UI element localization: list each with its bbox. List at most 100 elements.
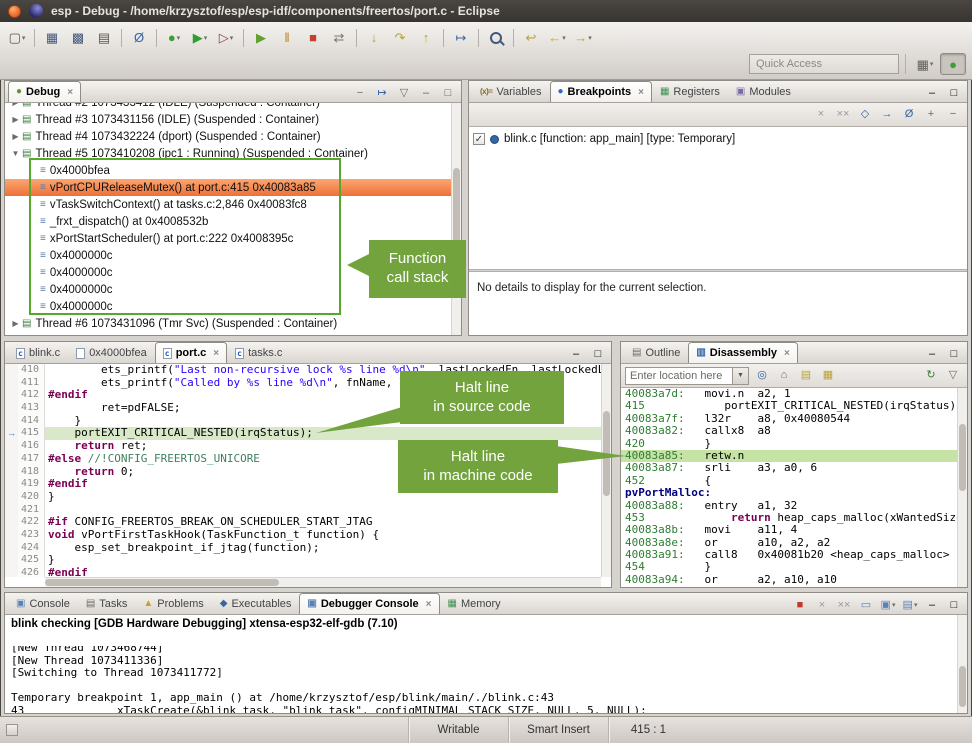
debug-thread-row[interactable]: ▶▤Thread #6 1073431096 (Tmr Svc) (Suspen… bbox=[5, 315, 451, 332]
debug-thread-row[interactable]: ▼▤Thread #5 1073410208 (ipc1 : Running) … bbox=[5, 145, 451, 162]
console-open-console-button[interactable]: ▤▾ bbox=[900, 596, 920, 614]
console-clear-console-button[interactable]: ▭ bbox=[856, 596, 876, 614]
close-icon[interactable]: × bbox=[784, 348, 790, 359]
open-perspective-button[interactable]: ▦▾ bbox=[912, 53, 938, 75]
toolbar-print-button[interactable]: ▤ bbox=[91, 27, 117, 49]
code-line[interactable]: 419#endif bbox=[5, 478, 601, 491]
code-line[interactable]: 425} bbox=[5, 554, 601, 567]
disassembly-refresh-button[interactable]: ↻ bbox=[921, 367, 941, 385]
editor-tab-blink-c[interactable]: cblink.c bbox=[8, 342, 68, 363]
console-tab-debugger-console[interactable]: ▣Debugger Console× bbox=[299, 593, 439, 614]
disassembly-home-button[interactable]: ⌂ bbox=[774, 367, 794, 385]
editor-tab-tasks-c[interactable]: ctasks.c bbox=[227, 342, 290, 363]
stack-frame-row[interactable]: ≡0x4000000c bbox=[5, 298, 451, 315]
toolbar-terminate-button[interactable]: ■ bbox=[300, 27, 326, 49]
toolbar-search-button[interactable] bbox=[483, 27, 509, 49]
close-icon[interactable]: × bbox=[638, 87, 644, 98]
breakpoints-expand-all-button[interactable]: + bbox=[921, 106, 941, 124]
console-tab-console[interactable]: ▣Console bbox=[8, 593, 78, 614]
toolbar-step-return-button[interactable]: ↑ bbox=[413, 27, 439, 49]
toolbar-save-all-button[interactable]: ▩ bbox=[65, 27, 91, 49]
code-line[interactable]: 426#endif bbox=[5, 567, 601, 577]
disassembly-goto-pc-button[interactable]: ◎ bbox=[752, 367, 772, 385]
breakpoints-tab-variables[interactable]: (x)=Variables bbox=[472, 81, 550, 102]
code-line[interactable]: 418 return 0; bbox=[5, 466, 601, 479]
toolbar-resume-button[interactable]: ▶ bbox=[248, 27, 274, 49]
toolbar-forward-button[interactable]: →▾ bbox=[570, 27, 596, 49]
code-line[interactable]: 413 ret=pdFALSE; bbox=[5, 402, 601, 415]
console-remove-launch-button[interactable]: × bbox=[812, 596, 832, 614]
debug-tab-debug[interactable]: ●Debug× bbox=[8, 81, 81, 102]
stack-frame-row[interactable]: ≡0x4000bfea bbox=[5, 162, 451, 179]
quick-access-input[interactable]: Quick Access bbox=[749, 54, 899, 74]
editor-maximize-button[interactable]: □ bbox=[588, 345, 608, 363]
twisty-icon[interactable]: ▶ bbox=[9, 103, 22, 107]
code-line[interactable]: 421 bbox=[5, 504, 601, 517]
breakpoints-maximize-button[interactable]: □ bbox=[944, 84, 964, 102]
disassembly-listing[interactable]: 40083a7d: movi.n a2, 1415 portEXIT_CRITI… bbox=[621, 388, 957, 587]
code-editor[interactable]: 410 ets_printf("Last non-recursive lock … bbox=[5, 364, 601, 577]
toolbar-back-button[interactable]: ←▾ bbox=[544, 27, 570, 49]
close-icon[interactable]: × bbox=[67, 87, 73, 98]
toolbar-new-button[interactable]: ▢▾ bbox=[4, 27, 30, 49]
console-vertical-scrollbar[interactable] bbox=[957, 615, 967, 713]
disassembly-line[interactable]: 40083a94: or a2, a10, a10 bbox=[621, 574, 957, 586]
console-maximize-button[interactable]: □ bbox=[944, 596, 964, 614]
debug-maximize-button[interactable]: □ bbox=[438, 84, 458, 102]
breakpoints-tab-modules[interactable]: ▣Modules bbox=[728, 81, 799, 102]
debug-instruction-stepping-mode-button[interactable]: ↦ bbox=[372, 84, 392, 102]
stack-frame-row[interactable]: ≡xPortStartScheduler() at port.c:222 0x4… bbox=[5, 230, 451, 247]
stack-frame-row[interactable]: ≡vPortCPUReleaseMutex() at port.c:415 0x… bbox=[5, 179, 451, 196]
code-line[interactable]: 412#endif bbox=[5, 389, 601, 402]
debug-minimize-button[interactable]: – bbox=[416, 84, 436, 102]
editor-tab-0x4000bfea[interactable]: 0x4000bfea bbox=[68, 342, 155, 363]
twisty-icon[interactable]: ▼ bbox=[9, 149, 22, 158]
stack-frame-row[interactable]: ≡0x4000000c bbox=[5, 264, 451, 281]
stack-frame-row[interactable]: ≡vTaskSwitchContext() at tasks.c:2,846 0… bbox=[5, 196, 451, 213]
breakpoints-go-to-file-button[interactable]: → bbox=[877, 106, 897, 124]
stack-frame-row[interactable]: ≡0x4000000c bbox=[5, 247, 451, 264]
code-line[interactable]: →415 portEXIT_CRITICAL_NESTED(irqStatus)… bbox=[5, 427, 601, 440]
disassembly-tab-outline[interactable]: ▤Outline bbox=[624, 342, 688, 363]
code-line[interactable]: 422#if CONFIG_FREERTOS_BREAK_ON_SCHEDULE… bbox=[5, 516, 601, 529]
console-tab-problems[interactable]: ▲Problems bbox=[135, 593, 211, 614]
disassembly-tab-disassembly[interactable]: ▥Disassembly× bbox=[688, 342, 798, 363]
twisty-icon[interactable]: ▶ bbox=[9, 319, 22, 328]
editor-tab-port-c[interactable]: cport.c× bbox=[155, 342, 227, 363]
breakpoint-checkbox[interactable]: ✓ bbox=[473, 133, 485, 145]
twisty-icon[interactable]: ▶ bbox=[9, 132, 22, 141]
breakpoints-tab-registers[interactable]: ▦Registers bbox=[652, 81, 728, 102]
close-button[interactable] bbox=[8, 5, 21, 18]
breakpoints-remove-all-breakpoints-button[interactable]: ×× bbox=[833, 106, 853, 124]
debug-view-menu-button[interactable]: ▽ bbox=[394, 84, 414, 102]
disassembly-show-opcodes-button[interactable]: ▦ bbox=[818, 367, 838, 385]
debug-collapse-all-button[interactable]: − bbox=[350, 84, 370, 102]
breakpoint-row[interactable]: ✓ blink.c [function: app_main] [type: Te… bbox=[469, 127, 967, 151]
toolbar-debug-button[interactable]: ●▾ bbox=[161, 27, 187, 49]
disassembly-show-source-button[interactable]: ▤ bbox=[796, 367, 816, 385]
code-line[interactable]: 417#else //!CONFIG_FREERTOS_UNICORE bbox=[5, 453, 601, 466]
code-line[interactable]: 424 esp_set_breakpoint_if_jtag(function)… bbox=[5, 542, 601, 555]
location-combo[interactable]: Enter location here ▼ bbox=[625, 367, 749, 385]
console-remove-all-launches-button[interactable]: ×× bbox=[834, 596, 854, 614]
toolbar-step-into-button[interactable]: ↓ bbox=[361, 27, 387, 49]
stack-frame-row[interactable]: ≡_frxt_dispatch() at 0x4008532b bbox=[5, 213, 451, 230]
close-icon[interactable]: × bbox=[213, 348, 219, 359]
editor-horizontal-scrollbar[interactable] bbox=[45, 577, 601, 587]
code-line[interactable]: 420} bbox=[5, 491, 601, 504]
debug-perspective-button[interactable]: ● bbox=[940, 53, 966, 75]
code-line[interactable]: 416 return ret; bbox=[5, 440, 601, 453]
disassembly-minimize-button[interactable]: – bbox=[922, 345, 942, 363]
editor-vertical-scrollbar[interactable] bbox=[601, 364, 611, 577]
disassembly-vertical-scrollbar[interactable] bbox=[957, 388, 967, 587]
toolbar-save-button[interactable]: ▦ bbox=[39, 27, 65, 49]
breakpoints-show-breakpoints-supported-button[interactable]: ◇ bbox=[855, 106, 875, 124]
stack-frame-row[interactable]: ≡0x4000000c bbox=[5, 281, 451, 298]
toolbar-suspend-button[interactable]: ‖ bbox=[274, 27, 300, 49]
toolbar-run-button[interactable]: ▶▾ bbox=[187, 27, 213, 49]
console-tab-tasks[interactable]: ▤Tasks bbox=[78, 593, 136, 614]
breakpoints-skip-all-breakpoints-button[interactable]: Ø bbox=[899, 106, 919, 124]
console-terminate-button[interactable]: ■ bbox=[790, 596, 810, 614]
debug-thread-row[interactable]: ▶▤Thread #2 1073433412 (IDLE) (Suspended… bbox=[5, 103, 451, 111]
code-line[interactable]: 414 } bbox=[5, 415, 601, 428]
